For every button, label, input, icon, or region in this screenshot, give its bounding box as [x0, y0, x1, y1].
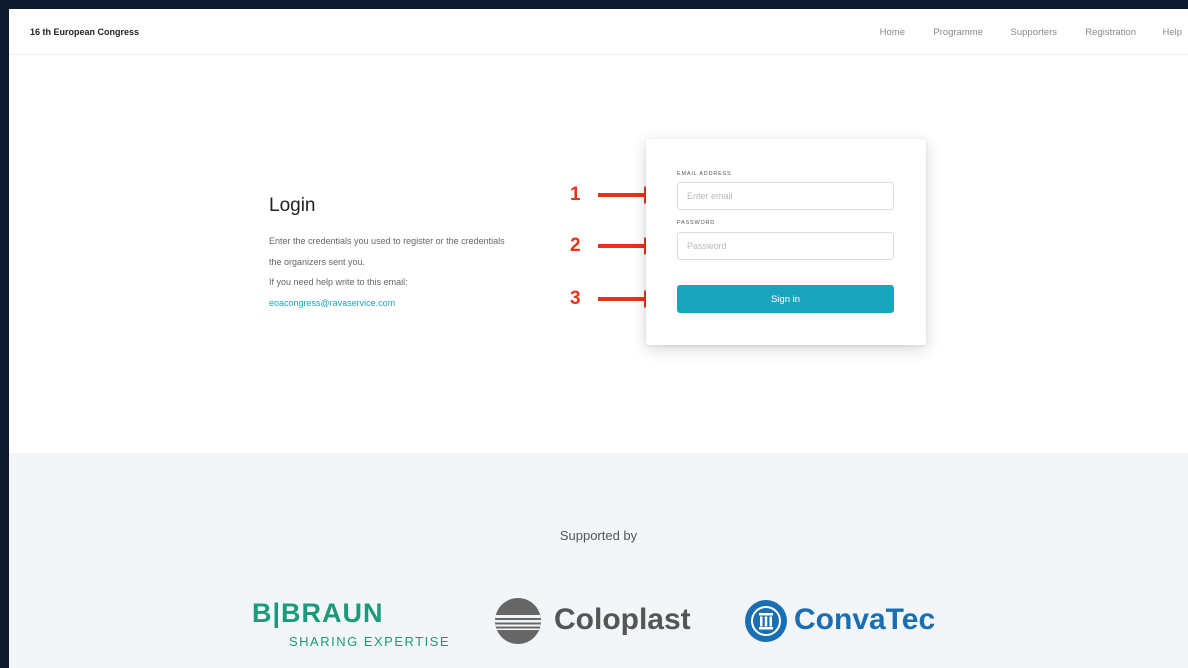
convatec-emblem-icon: [745, 600, 787, 642]
site-header: 16 th European Congress Home Programme S…: [9, 9, 1188, 55]
annotation-number: 3: [570, 288, 581, 309]
annotation-number: 1: [570, 184, 581, 205]
nav-help[interactable]: Help: [1162, 27, 1182, 38]
supporters-footer: Supported by B|BRAUN SHARING EXPERTISE C…: [9, 453, 1188, 668]
login-card: EMAIL ADDRESS PASSWORD Sign in: [646, 139, 926, 345]
intro-line-1: Enter the credentials you used to regist…: [269, 236, 505, 246]
convatec-logo[interactable]: ConvaTec: [744, 597, 964, 645]
convatec-name: ConvaTec: [794, 603, 936, 636]
annotation-number: 2: [570, 235, 581, 256]
nav-programme[interactable]: Programme: [933, 27, 983, 38]
password-label: PASSWORD: [677, 220, 716, 226]
password-field[interactable]: [677, 232, 894, 260]
coloplast-logo[interactable]: Coloplast: [494, 597, 704, 645]
braun-tagline: SHARING EXPERTISE: [289, 634, 451, 649]
login-title: Login: [269, 195, 316, 216]
supported-by-heading: Supported by: [559, 528, 638, 543]
nav-home[interactable]: Home: [880, 27, 905, 38]
braun-logo[interactable]: B|BRAUN: [252, 598, 384, 629]
nav-registration[interactable]: Registration: [1085, 27, 1136, 38]
nav-supporters[interactable]: Supporters: [1011, 27, 1057, 38]
email-field[interactable]: [677, 182, 894, 210]
site-brand[interactable]: 16 th European Congress: [30, 27, 139, 37]
browser-page: 16 th European Congress Home Programme S…: [9, 9, 1188, 668]
login-intro: Login Enter the credentials you used to …: [269, 195, 569, 313]
help-email-link[interactable]: eoacongress@ravaservice.com: [269, 298, 395, 308]
intro-line-3: If you need help write to this email:: [269, 277, 408, 287]
login-section: Login Enter the credentials you used to …: [9, 55, 1188, 453]
sign-in-button[interactable]: Sign in: [677, 285, 894, 313]
intro-line-2: the organizers sent you.: [269, 256, 366, 267]
coloplast-name: Coloplast: [554, 603, 691, 636]
coloplast-emblem-icon: [495, 598, 541, 644]
email-label: EMAIL ADDRESS: [677, 171, 732, 177]
